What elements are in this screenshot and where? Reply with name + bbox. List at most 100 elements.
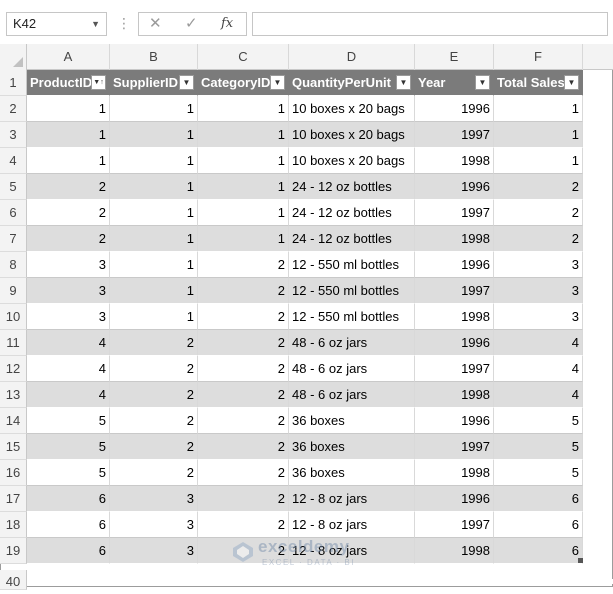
table-cell[interactable]: 12 - 8 oz jars xyxy=(289,512,415,538)
table-cell[interactable]: 1997 xyxy=(415,278,494,304)
table-cell[interactable]: 2 xyxy=(110,330,198,356)
table-cell[interactable]: 24 - 12 oz bottles xyxy=(289,200,415,226)
row-header-1[interactable]: 1 xyxy=(0,70,27,96)
table-header-cell[interactable]: Total Sales ▼ xyxy=(494,70,583,96)
table-cell[interactable]: 1998 xyxy=(415,538,494,564)
row-header-8[interactable]: 8 xyxy=(0,252,27,278)
table-cell[interactable]: 1 xyxy=(494,122,583,148)
filter-dropdown-icon[interactable]: ▼ xyxy=(475,75,490,90)
row-header-19[interactable]: 19 xyxy=(0,538,27,564)
row-header-15[interactable]: 15 xyxy=(0,434,27,460)
table-cell[interactable]: 6 xyxy=(27,538,110,564)
column-header-b[interactable]: B xyxy=(110,44,198,70)
table-cell[interactable]: 3 xyxy=(110,538,198,564)
table-cell[interactable]: 2 xyxy=(27,200,110,226)
table-cell[interactable]: 2 xyxy=(198,408,289,434)
table-cell[interactable]: 12 - 550 ml bottles xyxy=(289,278,415,304)
table-cell[interactable]: 1 xyxy=(110,174,198,200)
table-cell[interactable]: 4 xyxy=(27,382,110,408)
table-resize-handle[interactable] xyxy=(578,558,583,563)
row-header-10[interactable]: 10 xyxy=(0,304,27,330)
table-cell[interactable]: 1998 xyxy=(415,148,494,174)
table-cell[interactable]: 1996 xyxy=(415,252,494,278)
table-cell[interactable]: 2 xyxy=(198,486,289,512)
table-cell[interactable]: 1997 xyxy=(415,512,494,538)
table-cell[interactable]: 10 boxes x 20 bags xyxy=(289,148,415,174)
column-header-c[interactable]: C xyxy=(198,44,289,70)
table-header-cell[interactable]: CategoryID ▼ xyxy=(198,70,289,96)
table-cell[interactable]: 5 xyxy=(494,434,583,460)
table-header-cell[interactable]: ProductID ▼↑ xyxy=(27,70,110,96)
table-cell[interactable]: 5 xyxy=(27,460,110,486)
table-cell[interactable]: 4 xyxy=(494,382,583,408)
table-cell[interactable]: 3 xyxy=(27,252,110,278)
row-header-40[interactable]: 40 xyxy=(0,570,27,590)
table-cell[interactable]: 1 xyxy=(494,96,583,122)
table-cell[interactable]: 3 xyxy=(494,304,583,330)
column-header-d[interactable]: D xyxy=(289,44,415,70)
row-header-17[interactable]: 17 xyxy=(0,486,27,512)
row-header-3[interactable]: 3 xyxy=(0,122,27,148)
table-cell[interactable]: 2 xyxy=(110,356,198,382)
table-cell[interactable]: 6 xyxy=(27,512,110,538)
table-cell[interactable]: 5 xyxy=(27,434,110,460)
table-cell[interactable]: 2 xyxy=(494,200,583,226)
table-cell[interactable]: 36 boxes xyxy=(289,434,415,460)
table-cell[interactable]: 3 xyxy=(27,304,110,330)
table-cell[interactable]: 6 xyxy=(494,512,583,538)
insert-function-icon[interactable]: fx xyxy=(221,13,233,35)
sort-filter-icon[interactable]: ▼↑ xyxy=(91,75,106,90)
table-cell[interactable]: 3 xyxy=(110,512,198,538)
table-cell[interactable]: 4 xyxy=(494,330,583,356)
table-header-cell[interactable]: QuantityPerUnit ▼ xyxy=(289,70,415,96)
table-cell[interactable]: 4 xyxy=(27,356,110,382)
table-cell[interactable]: 24 - 12 oz bottles xyxy=(289,226,415,252)
table-cell[interactable]: 2 xyxy=(198,460,289,486)
formula-input[interactable] xyxy=(252,12,608,36)
table-cell[interactable]: 5 xyxy=(494,408,583,434)
table-cell[interactable]: 1 xyxy=(198,200,289,226)
filter-dropdown-icon[interactable]: ▼ xyxy=(564,75,579,90)
table-cell[interactable]: 1996 xyxy=(415,330,494,356)
table-cell[interactable]: 1997 xyxy=(415,434,494,460)
table-cell[interactable]: 2 xyxy=(110,408,198,434)
row-header-6[interactable]: 6 xyxy=(0,200,27,226)
table-cell[interactable]: 1996 xyxy=(415,96,494,122)
table-cell[interactable]: 3 xyxy=(494,252,583,278)
table-cell[interactable]: 2 xyxy=(198,304,289,330)
table-cell[interactable]: 1 xyxy=(27,122,110,148)
table-cell[interactable]: 12 - 8 oz jars xyxy=(289,486,415,512)
row-header-2[interactable]: 2 xyxy=(0,96,27,122)
table-cell[interactable]: 2 xyxy=(27,226,110,252)
table-cell[interactable]: 1998 xyxy=(415,460,494,486)
table-cell[interactable]: 1 xyxy=(198,174,289,200)
table-cell[interactable]: 10 boxes x 20 bags xyxy=(289,122,415,148)
table-cell[interactable]: 2 xyxy=(110,460,198,486)
table-cell[interactable]: 1998 xyxy=(415,304,494,330)
table-cell[interactable]: 2 xyxy=(494,174,583,200)
more-options-icon[interactable]: ⋮ xyxy=(117,12,131,36)
filter-dropdown-icon[interactable]: ▼ xyxy=(179,75,194,90)
row-header-14[interactable]: 14 xyxy=(0,408,27,434)
table-cell[interactable]: 12 - 550 ml bottles xyxy=(289,304,415,330)
chevron-down-icon[interactable]: ▼ xyxy=(91,13,100,35)
table-cell[interactable]: 48 - 6 oz jars xyxy=(289,382,415,408)
table-cell[interactable]: 1996 xyxy=(415,408,494,434)
row-header-12[interactable]: 12 xyxy=(0,356,27,382)
table-header-cell[interactable]: SupplierID ▼ xyxy=(110,70,198,96)
table-cell[interactable]: 1 xyxy=(110,200,198,226)
table-cell[interactable]: 1996 xyxy=(415,486,494,512)
table-cell[interactable]: 2 xyxy=(198,512,289,538)
table-cell[interactable]: 1998 xyxy=(415,382,494,408)
table-cell[interactable]: 5 xyxy=(27,408,110,434)
table-cell[interactable]: 1 xyxy=(27,148,110,174)
table-cell[interactable]: 2 xyxy=(198,356,289,382)
table-cell[interactable]: 1 xyxy=(27,96,110,122)
table-cell[interactable]: 1 xyxy=(110,226,198,252)
table-cell[interactable]: 2 xyxy=(27,174,110,200)
table-cell[interactable]: 5 xyxy=(494,460,583,486)
table-cell[interactable]: 1 xyxy=(494,148,583,174)
table-cell[interactable]: 24 - 12 oz bottles xyxy=(289,174,415,200)
table-header-cell[interactable]: Year ▼ xyxy=(415,70,494,96)
table-cell[interactable]: 1 xyxy=(198,226,289,252)
